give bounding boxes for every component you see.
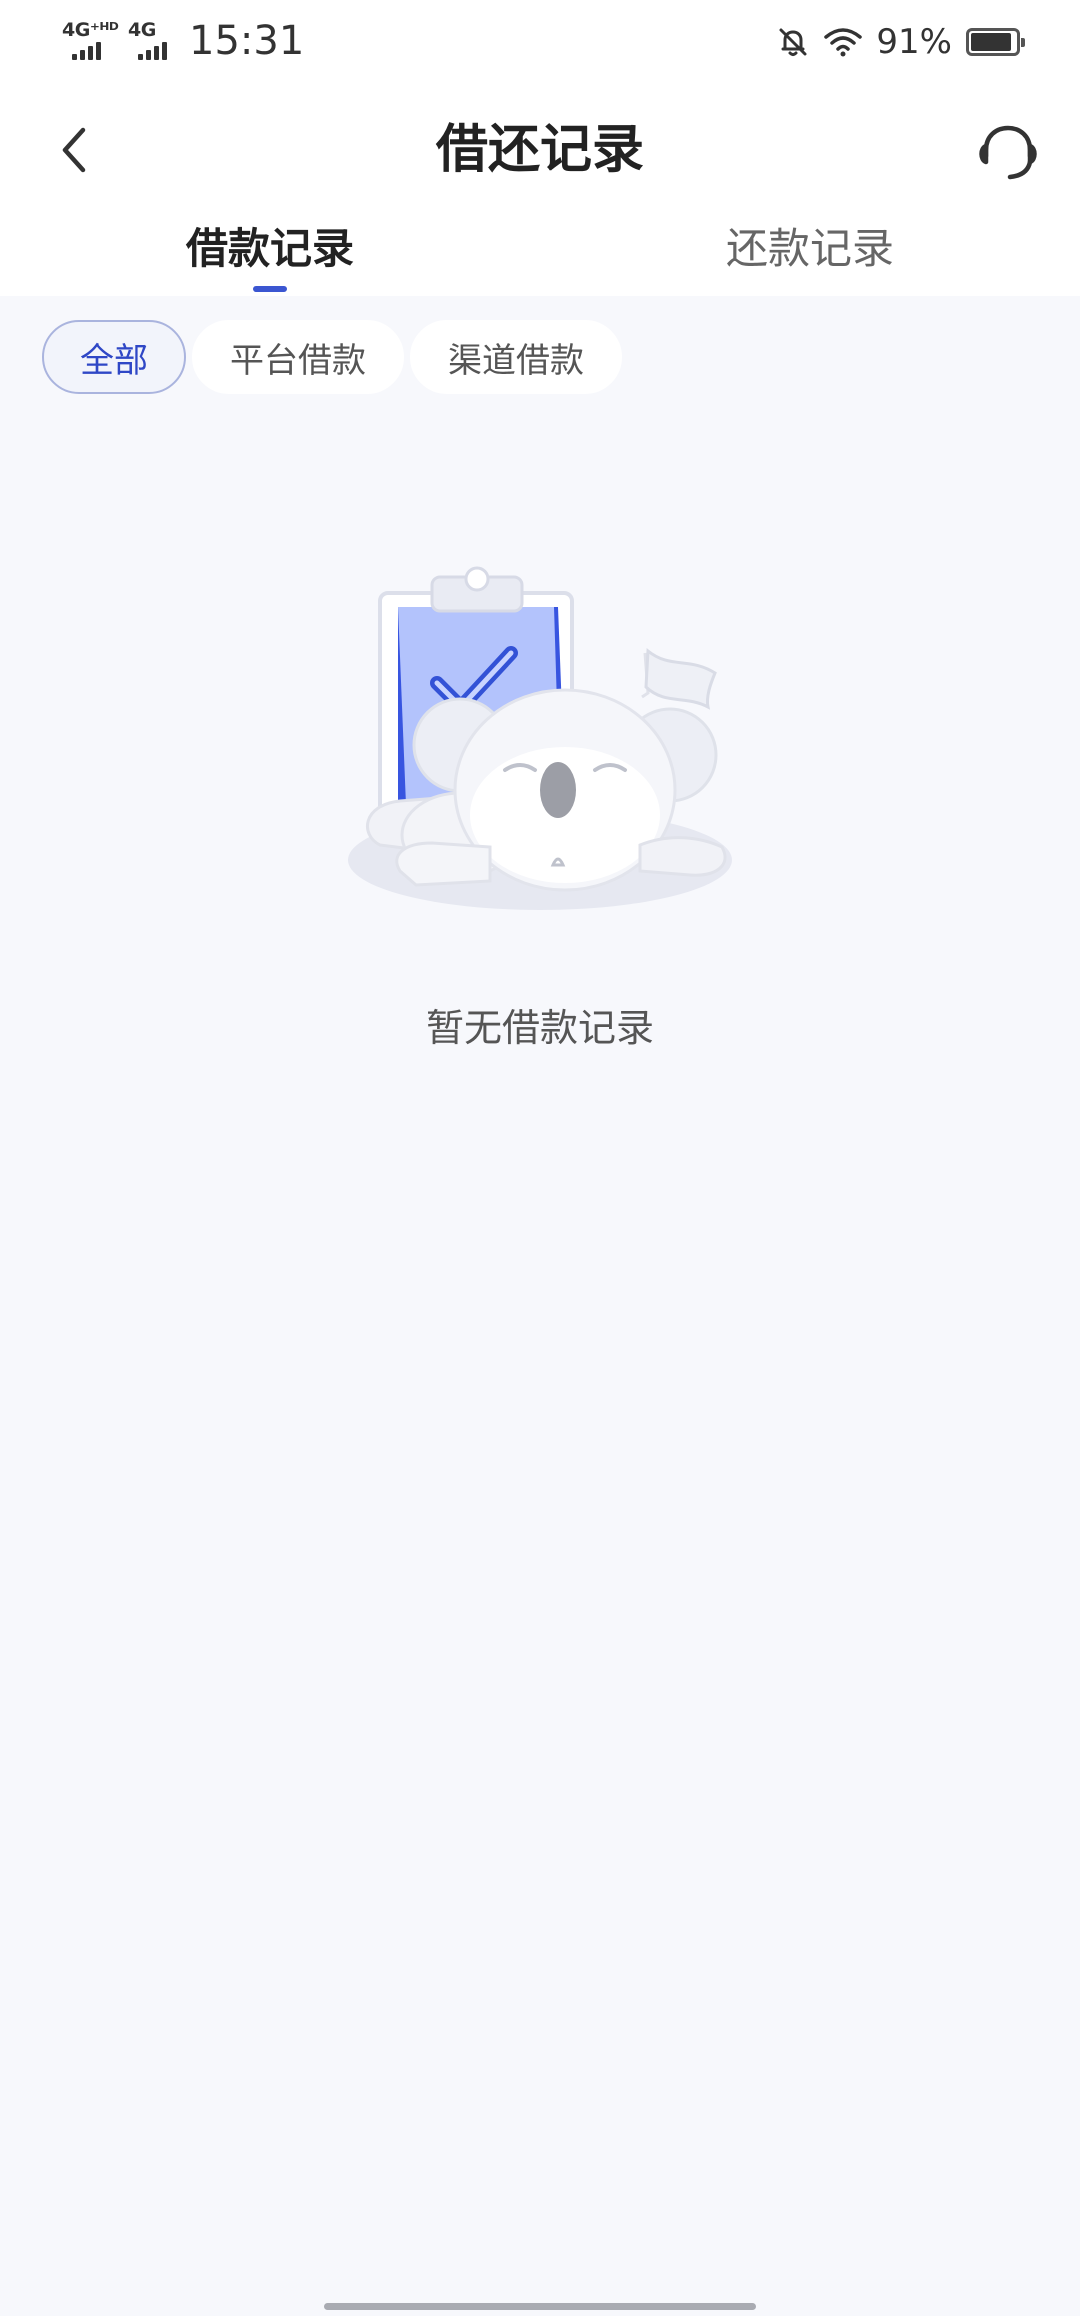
header-area: 4G⁺ᴴᴰ 4G 15:31 91% 借还记录 借款记录 还款记录 — [0, 0, 1080, 296]
status-time: 15:31 — [189, 18, 305, 64]
page-title: 借还记录 — [435, 120, 644, 180]
wifi-icon — [824, 28, 863, 57]
filter-chip-platform-loans[interactable]: 平台借款 — [192, 320, 404, 394]
empty-state-illustration — [340, 565, 740, 930]
network-type-label-1: 4G⁺ᴴᴰ — [62, 19, 119, 41]
signal-group-2: 4G — [128, 20, 167, 60]
record-tabs: 借款记录 还款记录 — [0, 222, 1080, 296]
filter-chips: 全部 平台借款 渠道借款 — [42, 320, 622, 394]
signal-group-1: 4G⁺ᴴᴰ — [62, 19, 119, 60]
battery-percent: 91% — [876, 22, 952, 62]
battery-icon — [966, 28, 1025, 56]
customer-service-button[interactable] — [972, 116, 1044, 188]
signal-strength-icon-1 — [72, 40, 101, 60]
tab-active-indicator — [253, 286, 287, 292]
empty-state-message: 暂无借款记录 — [425, 1006, 654, 1050]
tab-loan-records[interactable]: 借款记录 — [120, 222, 420, 292]
nav-header: 借还记录 — [0, 100, 1080, 200]
battery-level-fill — [971, 33, 1012, 51]
home-indicator[interactable] — [324, 2303, 756, 2310]
status-right-group: 91% — [776, 20, 1025, 64]
signal-strength-icon-2 — [138, 40, 167, 60]
network-type-label-2: 4G — [128, 19, 156, 41]
tab-repayment-records-label: 还款记录 — [725, 224, 894, 273]
tab-repayment-records[interactable]: 还款记录 — [660, 222, 960, 276]
tab-loan-records-label: 借款记录 — [185, 224, 354, 273]
filter-chip-all[interactable]: 全部 — [42, 320, 186, 394]
bell-muted-icon — [779, 28, 807, 56]
status-bar: 4G⁺ᴴᴰ 4G 15:31 91% — [0, 0, 1080, 84]
filter-chip-channel-loans[interactable]: 渠道借款 — [410, 320, 622, 394]
headset-icon — [979, 125, 1037, 180]
